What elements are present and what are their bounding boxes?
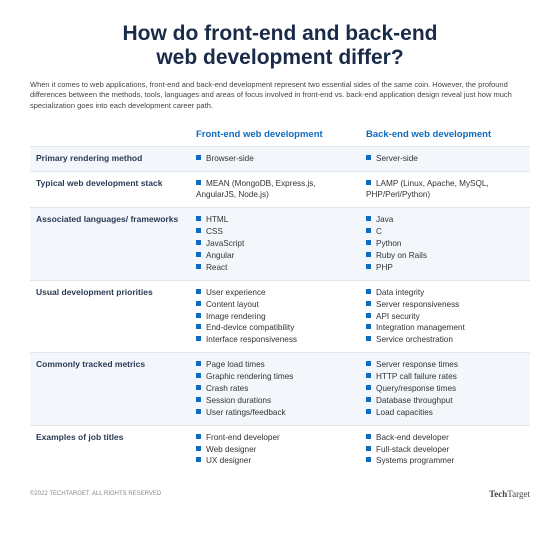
list-item: Server-side — [366, 153, 524, 165]
list-item: Angular — [196, 250, 354, 262]
frontend-list: Front-end developerWeb designerUX design… — [196, 432, 354, 468]
list-item: UX designer — [196, 455, 354, 467]
page-title: How do front-end and back-end web develo… — [30, 22, 530, 70]
frontend-list: MEAN (MongoDB, Express.js, AngularJS, No… — [196, 178, 354, 202]
list-item: Back-end developer — [366, 432, 524, 444]
frontend-cell: Front-end developerWeb designerUX design… — [190, 425, 360, 473]
list-item: Database throughput — [366, 395, 524, 407]
list-item: JavaScript — [196, 238, 354, 250]
frontend-cell: User experienceContent layoutImage rende… — [190, 280, 360, 352]
row-label: Primary rendering method — [30, 146, 190, 171]
table-row: Usual development prioritiesUser experie… — [30, 280, 530, 352]
backend-list: Data integrityServer responsivenessAPI s… — [366, 287, 524, 346]
list-item: Content layout — [196, 299, 354, 311]
brand-logo: TechTarget — [489, 489, 530, 499]
copyright: ©2022 TECHTARGET. ALL RIGHTS RESERVED — [30, 491, 161, 497]
frontend-list: HTMLCSSJavaScriptAngularReact — [196, 214, 354, 273]
list-item: PHP — [366, 262, 524, 274]
row-label: Associated languages/ frameworks — [30, 208, 190, 280]
list-item: Crash rates — [196, 383, 354, 395]
header-backend: Back-end web development — [360, 123, 530, 147]
backend-cell: Data integrityServer responsivenessAPI s… — [360, 280, 530, 352]
frontend-cell: HTMLCSSJavaScriptAngularReact — [190, 208, 360, 280]
list-item: Load capacities — [366, 407, 524, 419]
list-item: Full-stack developer — [366, 444, 524, 456]
backend-cell: JavaCPythonRuby on RailsPHP — [360, 208, 530, 280]
row-label: Typical web development stack — [30, 171, 190, 208]
backend-list: JavaCPythonRuby on RailsPHP — [366, 214, 524, 273]
list-item: Integration management — [366, 322, 524, 334]
list-item: Browser-side — [196, 153, 354, 165]
list-item: API security — [366, 311, 524, 323]
table-row: Primary rendering method Browser-side Serv… — [30, 146, 530, 171]
list-item: User ratings/feedback — [196, 407, 354, 419]
list-item: C — [366, 226, 524, 238]
frontend-cell: Browser-side — [190, 146, 360, 171]
table-row: Typical web development stackMEAN (Mongo… — [30, 171, 530, 208]
list-item: HTML — [196, 214, 354, 226]
list-item: Front-end developer — [196, 432, 354, 444]
table-row: Associated languages/ frameworksHTMLCSSJ… — [30, 208, 530, 280]
title-line-2: web development differ? — [156, 46, 403, 69]
list-item: Graphic rendering times — [196, 371, 354, 383]
table-row: Examples of job titlesFront-end develope… — [30, 425, 530, 473]
backend-cell: Server response timesHTTP call failure r… — [360, 353, 530, 425]
frontend-cell: MEAN (MongoDB, Express.js, AngularJS, No… — [190, 171, 360, 208]
row-label: Examples of job titles — [30, 425, 190, 473]
list-item: Python — [366, 238, 524, 250]
list-item: Server response times — [366, 359, 524, 371]
title-line-1: How do front-end and back-end — [123, 22, 438, 45]
list-item: Systems programmer — [366, 455, 524, 467]
list-item: Query/response times — [366, 383, 524, 395]
list-item: Image rendering — [196, 311, 354, 323]
frontend-list: Browser-side — [196, 153, 354, 165]
list-item: End-device compatibility — [196, 322, 354, 334]
list-item: Service orchestration — [366, 334, 524, 346]
table-row: Commonly tracked metricsPage load timesG… — [30, 353, 530, 425]
frontend-cell: Page load timesGraphic rendering timesCr… — [190, 353, 360, 425]
row-label: Usual development priorities — [30, 280, 190, 352]
backend-cell: LAMP (Linux, Apache, MySQL, PHP/Perl/Pyt… — [360, 171, 530, 208]
header-blank — [30, 123, 190, 147]
list-item: Java — [366, 214, 524, 226]
backend-list: Server-side — [366, 153, 524, 165]
list-item: Data integrity — [366, 287, 524, 299]
list-item: User experience — [196, 287, 354, 299]
list-item: CSS — [196, 226, 354, 238]
backend-cell: Server-side — [360, 146, 530, 171]
list-item: Page load times — [196, 359, 354, 371]
list-item: Web designer — [196, 444, 354, 456]
list-item: MEAN (MongoDB, Express.js, AngularJS, No… — [196, 178, 354, 202]
footer: ©2022 TECHTARGET. ALL RIGHTS RESERVED Te… — [0, 483, 560, 499]
intro-paragraph: When it comes to web applications, front… — [30, 80, 530, 110]
list-item: Ruby on Rails — [366, 250, 524, 262]
row-label: Commonly tracked metrics — [30, 353, 190, 425]
backend-list: Back-end developerFull-stack developerSy… — [366, 432, 524, 468]
list-item: Session durations — [196, 395, 354, 407]
brand-left: Tech — [489, 489, 507, 499]
header-frontend: Front-end web development — [190, 123, 360, 147]
brand-right: Target — [507, 489, 530, 499]
frontend-list: Page load timesGraphic rendering timesCr… — [196, 359, 354, 418]
frontend-list: User experienceContent layoutImage rende… — [196, 287, 354, 346]
list-item: React — [196, 262, 354, 274]
list-item: Interface responsiveness — [196, 334, 354, 346]
list-item: HTTP call failure rates — [366, 371, 524, 383]
list-item: LAMP (Linux, Apache, MySQL, PHP/Perl/Pyt… — [366, 178, 524, 202]
backend-list: LAMP (Linux, Apache, MySQL, PHP/Perl/Pyt… — [366, 178, 524, 202]
backend-cell: Back-end developerFull-stack developerSy… — [360, 425, 530, 473]
backend-list: Server response timesHTTP call failure r… — [366, 359, 524, 418]
comparison-table: Front-end web development Back-end web d… — [30, 123, 530, 474]
list-item: Server responsiveness — [366, 299, 524, 311]
